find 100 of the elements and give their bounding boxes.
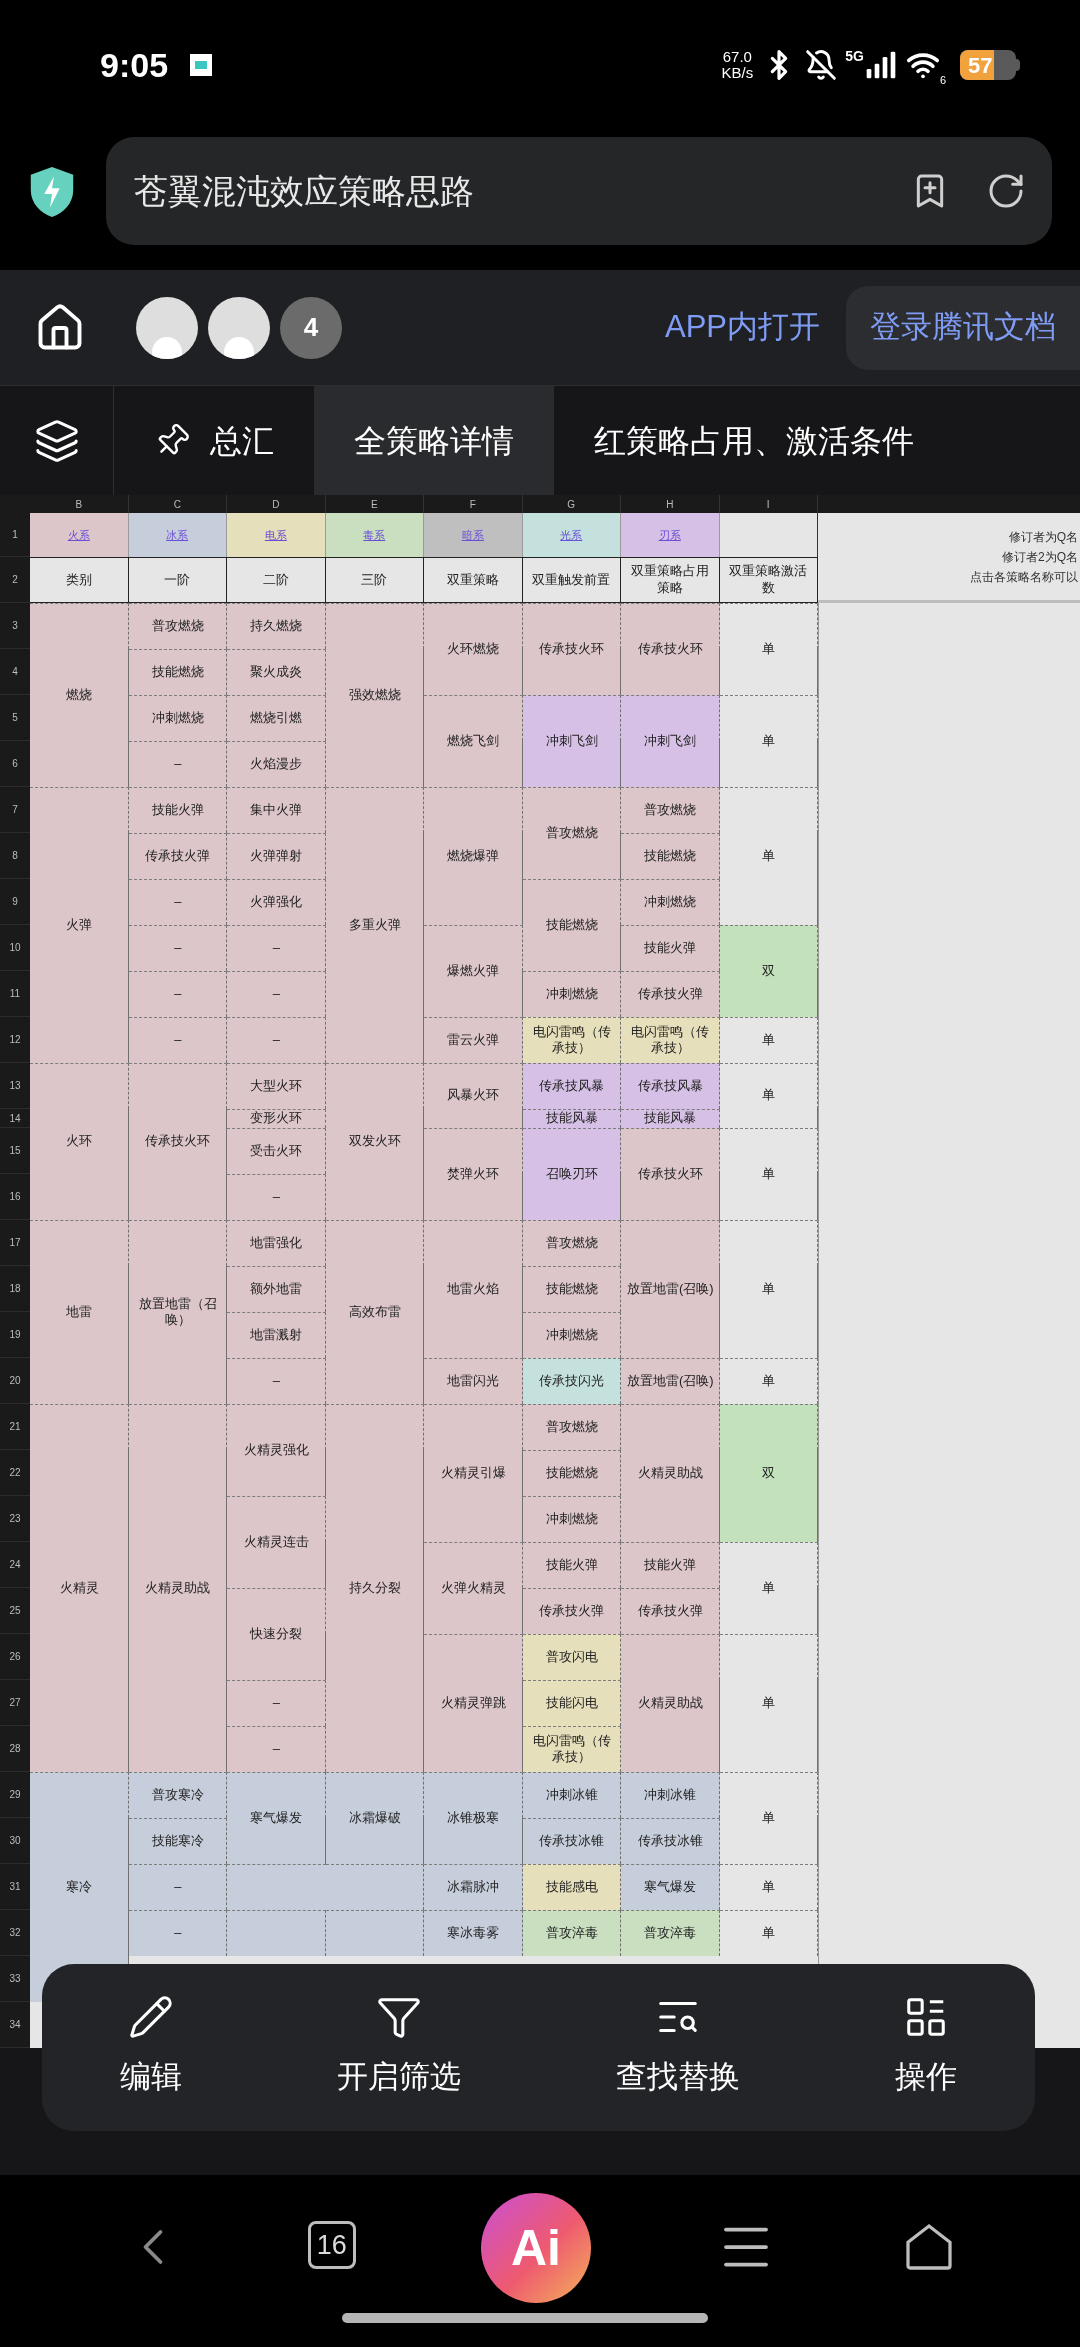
cell-text: 火精灵弹跳: [440, 1694, 506, 1712]
element-link[interactable]: 光系: [560, 526, 583, 544]
row-number[interactable]: 34: [0, 2002, 30, 2048]
element-link[interactable]: 冰系: [166, 526, 189, 544]
row-number[interactable]: 12: [0, 1017, 30, 1063]
row-number[interactable]: 15: [0, 1128, 30, 1174]
cell-text: 放置地雷(召唤): [626, 1372, 714, 1390]
row-number[interactable]: 2: [0, 557, 30, 603]
address-bar[interactable]: 苍翼混沌效应策略思路: [106, 137, 1052, 245]
header-cell: 双重触发前置: [522, 557, 621, 603]
cell-text: 单: [762, 1372, 776, 1390]
element-link[interactable]: 电系: [264, 526, 287, 544]
login-button[interactable]: 登录腾讯文档: [846, 285, 1080, 370]
row-number[interactable]: 24: [0, 1542, 30, 1588]
cell-text: 传承技火弹: [637, 985, 703, 1003]
row-number[interactable]: 23: [0, 1496, 30, 1542]
row-number[interactable]: 10: [0, 925, 30, 971]
row-number[interactable]: 22: [0, 1450, 30, 1496]
row-number[interactable]: 3: [0, 603, 30, 649]
cell-text: 寒冷: [66, 1878, 93, 1896]
toolbar-button[interactable]: 查找替换: [606, 1990, 751, 2105]
cell-text: 技能燃烧: [545, 1464, 598, 1482]
pencil-icon: [127, 1994, 174, 2041]
cell-text: 普攻淬毒: [545, 1924, 598, 1942]
row-number[interactable]: 13: [0, 1063, 30, 1109]
row-number[interactable]: 30: [0, 1818, 30, 1864]
row-number[interactable]: 18: [0, 1266, 30, 1312]
column-letter[interactable]: D: [227, 495, 326, 513]
cell-text: –: [174, 939, 182, 957]
toolbar-button[interactable]: 操作: [885, 1990, 968, 2105]
row-number[interactable]: 17: [0, 1220, 30, 1266]
row-number[interactable]: 19: [0, 1312, 30, 1358]
tab-count-button[interactable]: 16: [307, 2221, 356, 2269]
cell-text: 普攻燃烧: [151, 617, 204, 635]
cell-text: 单: [762, 1165, 776, 1183]
cell-text: –: [174, 893, 182, 911]
wifi-number: 6: [939, 72, 946, 88]
element-link[interactable]: 刃系: [658, 526, 681, 544]
cell-text: 冲刺燃烧: [151, 709, 204, 727]
cell-text: 地雷火焰: [447, 1280, 500, 1298]
cell-text: –: [272, 985, 280, 1003]
collaborator-count[interactable]: 4: [280, 296, 342, 359]
cell-text: 普攻燃烧: [545, 824, 598, 842]
column-letter[interactable]: I: [719, 495, 818, 513]
column-letter[interactable]: G: [522, 495, 621, 513]
cell-text: 爆燃火弹: [447, 962, 500, 980]
cell-text: 寒冰毒雾: [447, 1924, 500, 1942]
element-link[interactable]: 毒系: [363, 526, 386, 544]
cell-text: 电闪雷鸣（传承技）: [531, 1732, 612, 1766]
cell-text: 燃烧爆弹: [447, 847, 500, 865]
network-type: 5G: [845, 47, 864, 66]
row-number[interactable]: 4: [0, 649, 30, 695]
row-number[interactable]: 20: [0, 1358, 30, 1404]
row-number[interactable]: 14: [0, 1109, 30, 1128]
row-number[interactable]: 11: [0, 971, 30, 1017]
column-letter[interactable]: H: [621, 495, 720, 513]
row-number[interactable]: 21: [0, 1404, 30, 1450]
row-number[interactable]: 28: [0, 1726, 30, 1772]
sheet-tab[interactable]: 全策略详情: [314, 386, 554, 495]
cell-text: 放置地雷(召唤): [626, 1280, 714, 1298]
cell-text: 火弹弹射: [250, 847, 303, 865]
cell-text: 传承技火环: [637, 640, 703, 658]
row-number[interactable]: 5: [0, 695, 30, 741]
row-number[interactable]: 33: [0, 1956, 30, 2002]
cell-text: 技能火弹: [545, 1556, 598, 1574]
cell-text: 地雷: [66, 1303, 93, 1321]
cell-text: 受击火环: [250, 1142, 303, 1160]
row-number[interactable]: 16: [0, 1174, 30, 1220]
row-number[interactable]: 32: [0, 1910, 30, 1956]
row-number[interactable]: 26: [0, 1634, 30, 1680]
row-number[interactable]: 31: [0, 1864, 30, 1910]
row-number[interactable]: 9: [0, 879, 30, 925]
cell-text: 传承技冰锥: [539, 1832, 605, 1850]
column-letter[interactable]: E: [325, 495, 424, 513]
toolbar-button[interactable]: 开启筛选: [326, 1990, 471, 2105]
cell-text: 传承技火弹: [145, 847, 211, 865]
toolbar-button[interactable]: 编辑: [109, 1990, 192, 2105]
element-link[interactable]: 火系: [67, 526, 90, 544]
row-number[interactable]: 29: [0, 1772, 30, 1818]
row-number[interactable]: 6: [0, 741, 30, 787]
cell-text: 燃烧引燃: [250, 709, 303, 727]
row-number[interactable]: 25: [0, 1588, 30, 1634]
column-letter[interactable]: F: [424, 495, 523, 513]
column-letter[interactable]: C: [128, 495, 227, 513]
cell-text: 冰霜爆破: [348, 1809, 401, 1827]
row-number[interactable]: 27: [0, 1680, 30, 1726]
row-number[interactable]: 1: [0, 513, 30, 557]
cell-text: 单: [762, 1579, 776, 1597]
sheet-tab[interactable]: 总汇: [114, 386, 314, 495]
column-letter[interactable]: B: [30, 495, 129, 513]
net-speed-unit: KB/s: [721, 65, 754, 81]
cell-text: 持久分裂: [348, 1579, 401, 1597]
layers-icon[interactable]: [33, 417, 80, 464]
row-number[interactable]: 7: [0, 787, 30, 833]
cell-text: 地雷闪光: [447, 1372, 500, 1390]
cell-text: 技能闪电: [545, 1694, 598, 1712]
open-in-app-link[interactable]: APP内打开: [664, 304, 820, 351]
row-number[interactable]: 8: [0, 833, 30, 879]
header-cell: 双重策略占用策略: [621, 557, 720, 603]
sheet-tab[interactable]: 红策略占用、激活条件: [554, 386, 954, 495]
